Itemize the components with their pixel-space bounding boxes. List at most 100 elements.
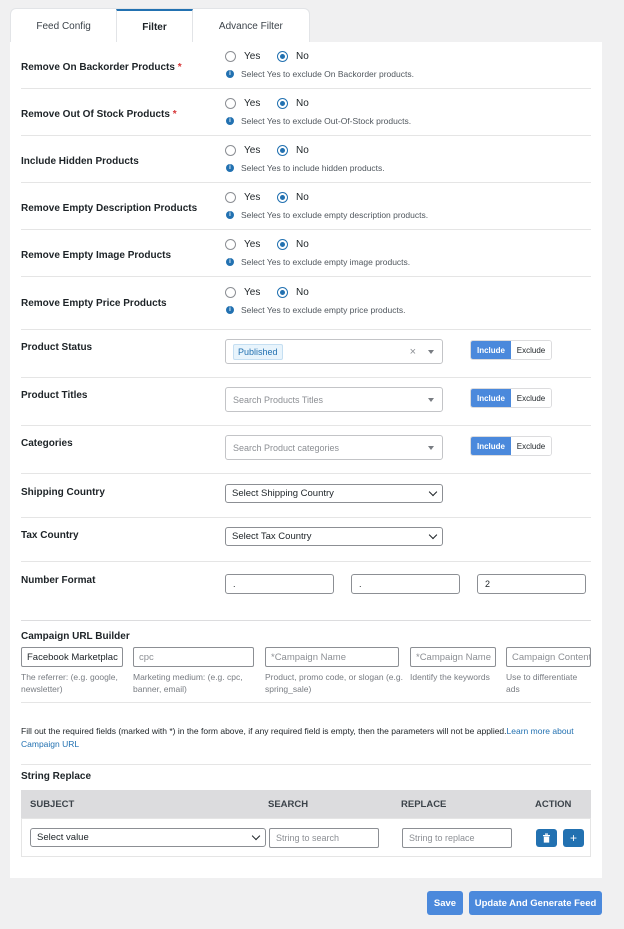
row-label: Remove On Backorder Products * [21,62,182,73]
row-product-titles: Product Titles Search Products Titles In… [21,378,591,426]
row-shipping-country: Shipping Country Select Shipping Country [21,474,591,518]
replace-string-input[interactable]: String to replace [402,828,512,848]
thousand-separator-input[interactable]: . [351,574,460,594]
string-replace-header: SUBJECT SEARCH REPLACE ACTION [21,790,591,818]
info-icon: i [226,306,234,314]
include-button[interactable]: Include [471,437,511,455]
radio-no[interactable]: No [277,287,309,298]
exclude-button[interactable]: Exclude [511,341,551,359]
tab-advance-filter[interactable]: Advance Filter [193,9,309,44]
utm-term-input[interactable]: *Campaign Name [410,647,496,667]
radio-yes[interactable]: Yes [225,192,260,203]
row-label: Product Titles [21,390,88,401]
clear-icon[interactable]: × [410,346,416,358]
hint: i Select Yes to exclude Out-Of-Stock prod… [226,116,411,126]
row-tax-country: Tax Country Select Tax Country [21,518,591,562]
placeholder: Search Product categories [233,442,340,453]
placeholder: Search Products Titles [233,394,324,405]
row-backorder: Remove On Backorder Products * Yes No iS… [21,42,591,89]
update-generate-feed-button[interactable]: Update And Generate Feed [469,891,602,915]
chevron-down-icon [251,831,261,841]
row-label: Remove Out Of Stock Products * [21,109,177,120]
radio-yes[interactable]: Yes [225,51,260,62]
info-icon: i [226,70,234,78]
string-replace-row: Select value String to search String to … [21,818,591,857]
info-icon: i [226,211,234,219]
row-empty-price: Remove Empty Price Products Yes No i Sele… [21,277,591,330]
radio-yes[interactable]: Yes [225,287,260,298]
row-number-format: Number Format . . 2 [21,562,591,621]
utm-campaign-input[interactable]: *Campaign Name [265,647,399,667]
include-exclude-toggle: Include Exclude [470,436,552,456]
include-button[interactable]: Include [471,341,511,359]
radio-yes[interactable]: Yes [225,98,260,109]
info-icon: i [226,164,234,172]
tab-feed-config[interactable]: Feed Config [11,9,116,44]
product-status-select[interactable]: Published × [225,339,443,364]
row-label: Shipping Country [21,487,105,498]
caret-down-icon [428,398,434,402]
info-icon: i [226,117,234,125]
tax-country-select[interactable]: Select Tax Country [225,527,443,546]
utm-source-input[interactable]: Facebook Marketplac [21,647,123,667]
search-string-input[interactable]: String to search [269,828,379,848]
add-row-button[interactable]: + [563,829,584,847]
row-product-status: Product Status Published × Include Exclu… [21,330,591,378]
hint: i Select Yes to exclude On Backorder prod… [226,69,414,79]
utm-term-desc: Identify the keywords [410,672,490,682]
caret-down-icon [428,350,434,354]
product-titles-select[interactable]: Search Products Titles [225,387,443,412]
shipping-country-select[interactable]: Select Shipping Country [225,484,443,503]
exclude-button[interactable]: Exclude [511,389,551,407]
save-button[interactable]: Save [427,891,463,915]
row-out-of-stock: Remove Out Of Stock Products * Yes No iS… [21,89,591,136]
filter-panel: Remove On Backorder Products * Yes No iS… [10,42,602,878]
radio-no[interactable]: No [277,192,309,203]
decimals-input[interactable]: 2 [477,574,586,594]
divider [21,764,591,765]
row-empty-description: Remove Empty Description Products Yes No… [21,183,591,230]
decimal-separator-input[interactable]: . [225,574,334,594]
include-exclude-toggle: Include Exclude [470,388,552,408]
col-search: SEARCH [268,798,309,810]
row-label: Remove Empty Image Products [21,250,172,261]
col-replace: REPLACE [401,798,447,810]
hint: i Select Yes to exclude empty image produ… [226,257,410,267]
exclude-button[interactable]: Exclude [511,437,551,455]
col-action: ACTION [535,798,572,810]
status-tag: Published [233,343,283,360]
row-label: Remove Empty Price Products [21,298,167,309]
utm-source-desc: The referrer: (e.g. google, newsletter) [21,672,118,694]
utm-medium-input[interactable]: cpc [133,647,254,667]
radio-yes[interactable]: Yes [225,239,260,250]
utm-content-input[interactable]: Campaign Content [506,647,591,667]
caret-down-icon [428,446,434,450]
radio-no[interactable]: No [277,98,309,109]
row-label: Number Format [21,575,96,586]
subject-select[interactable]: Select value [30,828,266,847]
campaign-title: Campaign URL Builder [21,631,130,642]
divider [21,702,591,703]
radio-no[interactable]: No [277,239,309,250]
radio-yes[interactable]: Yes [225,145,260,156]
include-button[interactable]: Include [471,389,511,407]
delete-row-button[interactable] [536,829,557,847]
row-label: Categories [21,438,73,449]
radio-no[interactable]: No [277,145,309,156]
hint: i Select Yes to include hidden products. [226,163,385,173]
chevron-down-icon [428,530,438,540]
tab-filter[interactable]: Filter [116,9,193,44]
row-hidden: Include Hidden Products Yes No i Select Y… [21,136,591,183]
info-icon: i [226,258,234,266]
row-label: Remove Empty Description Products [21,203,198,214]
include-exclude-toggle: Include Exclude [470,340,552,360]
hint: i Select Yes to exclude empty description… [226,210,428,220]
radio-no[interactable]: No [277,51,309,62]
row-label: Tax Country [21,530,79,541]
row-label: Product Status [21,342,93,353]
utm-campaign-desc: Product, promo code, or slogan (e.g. spr… [265,672,403,694]
categories-select[interactable]: Search Product categories [225,435,443,460]
utm-content-desc: Use to differentiate ads [506,672,578,694]
campaign-note: Fill out the required fields (marked wit… [21,726,574,749]
string-replace-title: String Replace [21,771,92,782]
